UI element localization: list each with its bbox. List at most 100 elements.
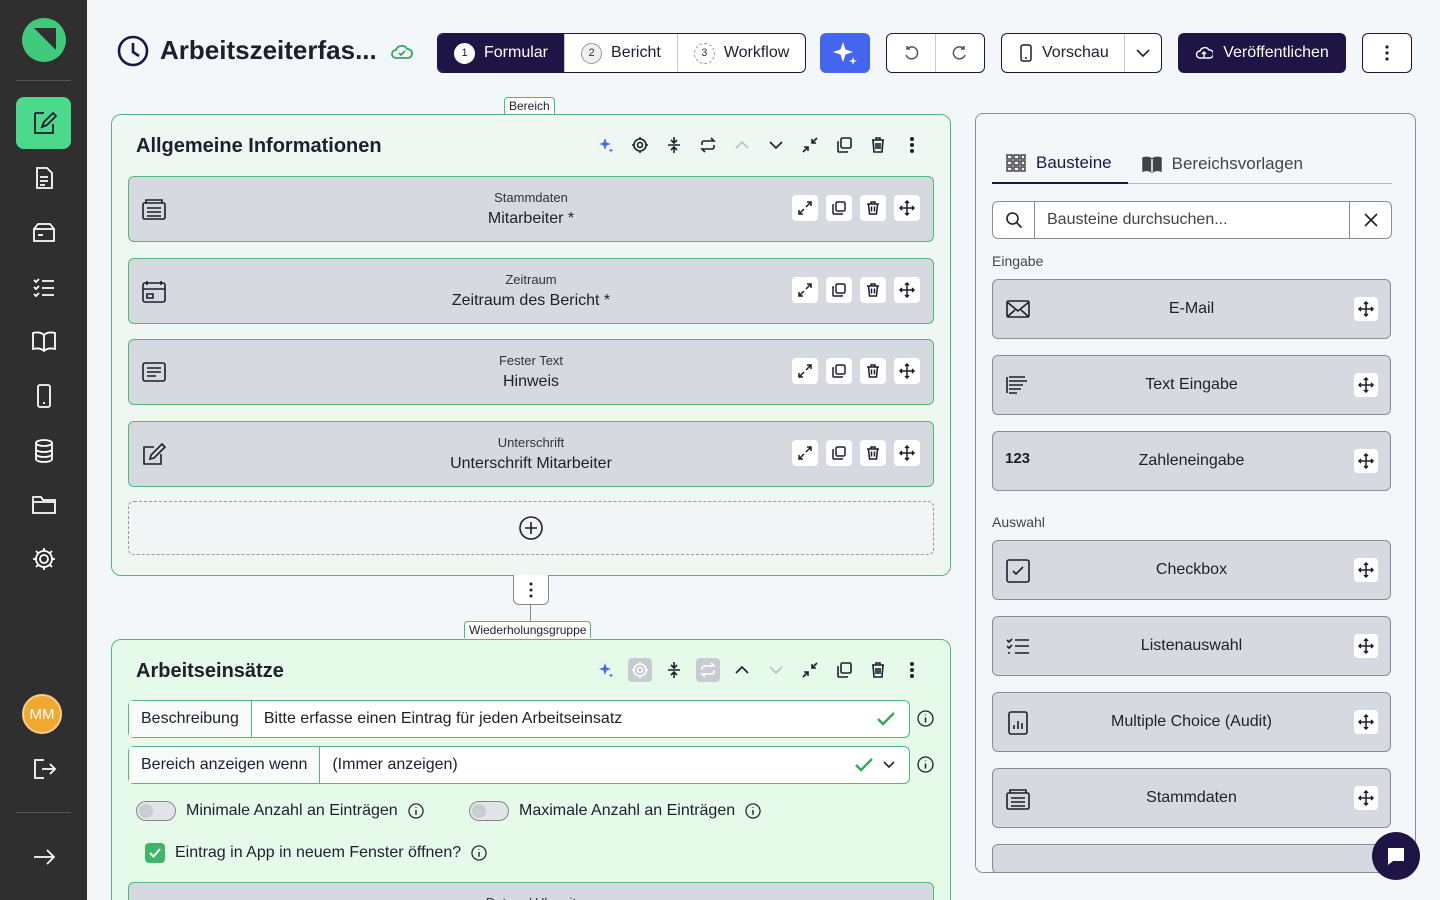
duplicate-button[interactable] [826,358,852,384]
expand-button[interactable] [792,440,818,466]
visibility-condition-select[interactable]: Bereich anzeigen wenn (Immer anzeigen) [128,746,910,784]
tab-bereichsvorlagen[interactable]: Bereichsvorlagen [1128,144,1319,184]
section-settings-button[interactable] [628,658,652,682]
more-menu-button[interactable] [1362,33,1412,73]
delete-button[interactable] [860,440,886,466]
ai-section-button[interactable] [594,133,618,157]
minimize-button[interactable] [798,133,822,157]
palette-item-number[interactable]: 123 Zahleneingabe [992,431,1391,491]
form-block[interactable]: Fester Text Hinweis [128,339,934,405]
sidebar-item-data[interactable] [16,425,71,477]
section-settings-button[interactable] [628,133,652,157]
publish-button[interactable]: Veröffentlichen [1178,33,1346,73]
repeat-toggle-button[interactable] [696,658,720,682]
delete-section-button[interactable] [866,133,890,157]
expand-button[interactable] [792,358,818,384]
palette-item-text-input[interactable]: Text Eingabe [992,355,1391,415]
sidebar-item-logout[interactable] [16,743,71,795]
move-down-button[interactable] [764,133,788,157]
palette-item-partial[interactable] [992,844,1391,872]
expand-button[interactable] [792,277,818,303]
description-field[interactable]: Beschreibung Bitte erfasse einen Eintrag… [128,700,910,738]
form-block[interactable]: Unterschrift Unterschrift Mitarbeiter [128,421,934,487]
repeat-toggle-button[interactable] [696,133,720,157]
drag-handle[interactable] [1354,558,1378,582]
preview-menu-button[interactable] [1125,34,1161,72]
form-block[interactable]: Datum / Uhrzeit [128,882,934,900]
drag-handle[interactable] [1354,786,1378,810]
palette-item-email[interactable]: E-Mail [992,279,1391,339]
drag-handle[interactable] [1354,449,1378,473]
duplicate-button[interactable] [826,195,852,221]
drag-handle[interactable] [1354,710,1378,734]
info-icon[interactable] [917,756,934,773]
condition-value[interactable]: (Immer anzeigen) [320,747,855,783]
drag-handle[interactable] [894,195,920,221]
drag-handle[interactable] [894,277,920,303]
sidebar-item-docs[interactable] [16,315,71,367]
move-down-button[interactable] [764,658,788,682]
tab-workflow[interactable]: 3 Workflow [678,34,805,72]
collapse-section-button[interactable] [662,133,686,157]
info-icon[interactable] [745,803,761,819]
sidebar-expand[interactable] [16,831,71,883]
undo-button[interactable] [887,34,936,72]
drag-handle[interactable] [894,358,920,384]
delete-section-button[interactable] [866,658,890,682]
app-logo[interactable] [22,18,66,62]
ai-section-button[interactable] [594,658,618,682]
insert-section-menu-button[interactable] [513,575,549,605]
sidebar-item-mobile[interactable] [16,370,71,422]
sidebar-item-tasks[interactable] [16,261,71,313]
move-up-button[interactable] [730,658,754,682]
palette-item-registry[interactable]: Stammdaten [992,768,1391,828]
info-icon[interactable] [408,803,424,819]
drag-handle[interactable] [894,440,920,466]
move-up-button[interactable] [730,133,754,157]
sidebar-item-inbox[interactable] [16,207,71,259]
tab-bausteine[interactable]: Bausteine [992,144,1128,184]
drag-handle[interactable] [1354,373,1378,397]
collapse-section-button[interactable] [662,658,686,682]
redo-button[interactable] [936,34,984,72]
min-entries-toggle[interactable] [136,801,176,821]
add-block-button[interactable] [128,501,934,555]
info-icon[interactable] [917,710,934,727]
delete-button[interactable] [860,277,886,303]
publish-label: Veröffentlichen [1223,44,1329,61]
sidebar-item-files[interactable] [16,478,71,530]
tab-formular[interactable]: 1 Formular [438,34,566,72]
sidebar-item-forms[interactable] [16,97,71,149]
expand-button[interactable] [792,195,818,221]
page-title[interactable]: Arbeitszeiterfas... [160,35,377,66]
search-input[interactable] [1035,202,1349,238]
new-window-checkbox[interactable] [145,843,165,863]
form-block[interactable]: Zeitraum Zeitraum des Bericht * [128,258,934,324]
max-entries-toggle[interactable] [469,801,509,821]
delete-button[interactable] [860,358,886,384]
minimize-button[interactable] [798,658,822,682]
duplicate-section-button[interactable] [832,658,856,682]
preview-button[interactable]: Vorschau [1002,34,1125,72]
drag-handle[interactable] [1354,634,1378,658]
section-more-button[interactable] [900,133,924,157]
sidebar-item-settings[interactable] [16,533,71,585]
sidebar-item-reports[interactable] [16,152,71,204]
duplicate-section-button[interactable] [832,133,856,157]
chat-support-button[interactable] [1372,832,1420,880]
palette-item-multiple-choice[interactable]: Multiple Choice (Audit) [992,692,1391,752]
duplicate-button[interactable] [826,277,852,303]
description-input[interactable]: Bitte erfasse einen Eintrag für jeden Ar… [252,701,877,737]
delete-button[interactable] [860,195,886,221]
palette-item-list[interactable]: Listenauswahl [992,616,1391,676]
clear-search-button[interactable] [1349,202,1391,238]
info-icon[interactable] [471,845,487,861]
ai-assistant-button[interactable] [820,33,870,73]
form-block[interactable]: Stammdaten Mitarbeiter * [128,176,934,242]
palette-item-checkbox[interactable]: Checkbox [992,540,1391,600]
drag-handle[interactable] [1354,297,1378,321]
tab-bericht[interactable]: 2 Bericht [565,34,678,72]
duplicate-button[interactable] [826,440,852,466]
avatar[interactable]: MM [22,694,62,734]
section-more-button[interactable] [900,658,924,682]
